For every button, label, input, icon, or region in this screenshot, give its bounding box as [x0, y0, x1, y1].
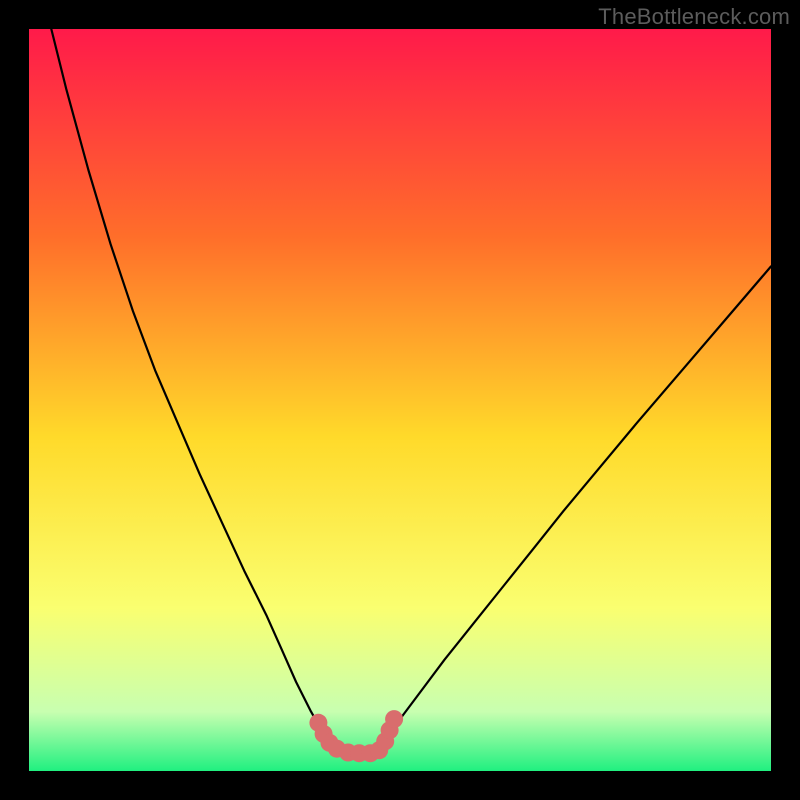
chart-svg: [29, 29, 771, 771]
watermark-text: TheBottleneck.com: [598, 4, 790, 30]
marker-dot: [385, 710, 403, 728]
gradient-background: [29, 29, 771, 771]
chart-plot-area: [29, 29, 771, 771]
